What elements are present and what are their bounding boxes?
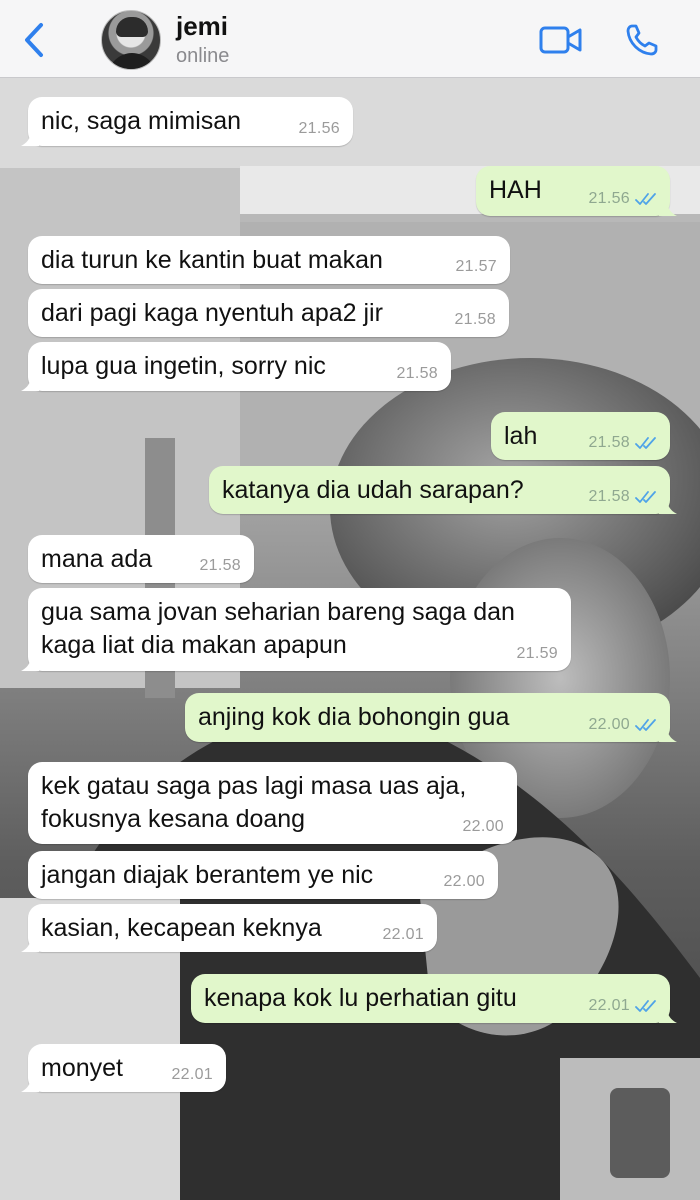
message-bubble-outgoing[interactable]: lah 21.58 bbox=[491, 412, 670, 460]
bubble-tail-icon bbox=[21, 655, 39, 671]
message-time: 22.01 bbox=[171, 1066, 213, 1083]
contact-avatar[interactable] bbox=[101, 10, 161, 70]
message-bubble-incoming[interactable]: dia turun ke kantin buat makan 21.57 bbox=[28, 236, 510, 284]
double-check-read-icon bbox=[635, 491, 656, 503]
message-time: 21.58 bbox=[396, 365, 438, 382]
message-time: 21.58 bbox=[199, 557, 241, 574]
message-text: nic, saga mimisan bbox=[41, 107, 242, 135]
bubble-tail-icon bbox=[659, 726, 677, 742]
message-text: anjing kok dia bohongin gua bbox=[198, 703, 510, 731]
message-bubble-incoming[interactable]: kasian, kecapean keknya 22.01 bbox=[21, 904, 437, 952]
bubble-tail-icon bbox=[21, 936, 39, 952]
contact-status: online bbox=[176, 45, 230, 67]
message-bubble-outgoing[interactable]: katanya dia udah sarapan? 21.58 bbox=[209, 466, 677, 514]
message-bubble-incoming[interactable]: lupa gua ingetin, sorry nic 21.58 bbox=[21, 342, 451, 391]
back-button[interactable] bbox=[14, 18, 54, 62]
contact-name[interactable]: jemi bbox=[176, 11, 228, 42]
message-time: 22.00 bbox=[443, 873, 485, 890]
bubble-tail-icon bbox=[21, 1076, 39, 1092]
message-bubble-incoming[interactable]: nic, saga mimisan 21.56 bbox=[21, 97, 353, 146]
message-text: dia turun ke kantin buat makan bbox=[41, 246, 383, 274]
message-bubble-incoming[interactable]: kek gatau saga pas lagi masa uas aja, fo… bbox=[28, 762, 517, 844]
bubble-tail-icon bbox=[659, 498, 677, 514]
message-bubble-outgoing[interactable]: kenapa kok lu perhatian gitu 22.01 bbox=[191, 974, 677, 1023]
message-bubble-incoming[interactable]: monyet 22.01 bbox=[21, 1044, 226, 1092]
message-time: 21.56 bbox=[298, 120, 340, 137]
double-check-read-icon bbox=[635, 1000, 656, 1012]
message-time: 21.59 bbox=[516, 645, 558, 662]
message-time: 21.58 bbox=[454, 311, 496, 328]
video-call-button[interactable] bbox=[536, 20, 586, 60]
double-check-read-icon bbox=[635, 719, 656, 731]
message-bubble-outgoing[interactable]: HAH 21.56 bbox=[476, 166, 677, 216]
message-bubble-incoming[interactable]: dari pagi kaga nyentuh apa2 jir 21.58 bbox=[28, 289, 509, 337]
double-check-read-icon bbox=[635, 437, 656, 449]
message-bubble-incoming[interactable]: gua sama jovan seharian bareng saga dan … bbox=[21, 588, 571, 671]
message-bubble-outgoing[interactable]: anjing kok dia bohongin gua 22.00 bbox=[185, 693, 677, 742]
chat-header: jemi online bbox=[0, 0, 700, 78]
chevron-left-icon bbox=[25, 23, 43, 57]
message-text: lupa gua ingetin, sorry nic bbox=[41, 352, 326, 380]
message-text: kasian, kecapean keknya bbox=[41, 914, 322, 942]
message-time: 22.00 bbox=[462, 818, 504, 835]
message-text: jangan diajak berantem ye nic bbox=[41, 861, 374, 889]
video-camera-icon bbox=[539, 26, 582, 54]
message-text: kek gatau saga pas lagi masa uas aja, fo… bbox=[41, 772, 467, 833]
phone-icon bbox=[626, 24, 658, 56]
bubble-tail-icon bbox=[659, 1007, 677, 1023]
message-time: 22.01 bbox=[382, 926, 424, 943]
message-list[interactable]: nic, saga mimisan 21.56 HAH 21.56 dia tu… bbox=[0, 78, 700, 1200]
message-bubble-incoming[interactable]: jangan diajak berantem ye nic 22.00 bbox=[28, 851, 498, 899]
bubble-tail-icon bbox=[21, 375, 39, 391]
message-text: gua sama jovan seharian bareng saga dan … bbox=[41, 598, 515, 659]
message-time: 21.58 bbox=[588, 434, 630, 451]
message-time: 21.56 bbox=[588, 190, 630, 207]
message-time: 22.01 bbox=[588, 997, 630, 1014]
bubble-tail-icon bbox=[659, 200, 677, 216]
bubble-tail-icon bbox=[21, 130, 39, 146]
voice-call-button[interactable] bbox=[620, 18, 664, 62]
message-time: 21.58 bbox=[588, 488, 630, 505]
message-time: 21.57 bbox=[455, 258, 497, 275]
message-bubble-incoming[interactable]: mana ada 21.58 bbox=[28, 535, 254, 583]
double-check-read-icon bbox=[635, 193, 656, 205]
message-time: 22.00 bbox=[588, 716, 630, 733]
message-text: dari pagi kaga nyentuh apa2 jir bbox=[41, 299, 383, 327]
